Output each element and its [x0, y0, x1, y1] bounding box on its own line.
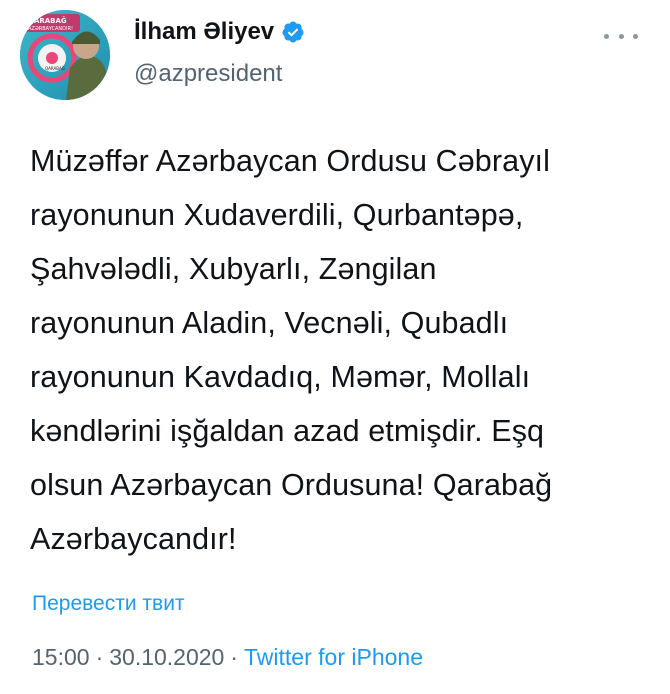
more-options-icon[interactable] — [604, 26, 638, 46]
tweet-text-line: olsun Azərbaycan Ordusuna! Qarabağ — [30, 468, 553, 502]
avatar-text-bottom: AZƏRBAYCANDIR! — [28, 26, 73, 32]
tweet-text: Müzəffər Azərbaycan Ordusu Cəbrayıl rayo… — [30, 134, 650, 566]
tweet-meta: 15:00 · 30.10.2020 · Twitter for iPhone — [32, 644, 423, 671]
verified-badge-icon — [282, 21, 304, 43]
more-dot — [604, 33, 609, 39]
meta-separator: · — [95, 644, 104, 670]
tweet: QARABAĞ AZƏRBAYCANDIR! QARABAĞ İlham Əli… — [0, 0, 670, 694]
meta-separator: · — [230, 644, 239, 670]
tweet-time[interactable]: 15:00 — [32, 644, 90, 670]
display-name[interactable]: İlham Əliyev — [134, 18, 274, 46]
avatar-badge-text: QARABAĞ — [45, 66, 65, 71]
handle[interactable]: @azpresident — [134, 60, 305, 88]
tweet-text-line: rayonunun Kavdadıq, Məmər, Mollalı — [30, 360, 531, 394]
avatar[interactable]: QARABAĞ AZƏRBAYCANDIR! QARABAĞ — [20, 10, 110, 100]
tweet-date[interactable]: 30.10.2020 — [109, 644, 224, 670]
tweet-source-link[interactable]: Twitter for iPhone — [244, 644, 423, 670]
avatar-image: QARABAĞ AZƏRBAYCANDIR! QARABAĞ — [20, 10, 110, 100]
tweet-text-line: rayonunun Xudaverdili, Qurbantəpə, — [30, 198, 524, 232]
translate-tweet-link[interactable]: Перевести твит — [32, 592, 185, 616]
more-dot — [633, 33, 638, 39]
author-names: İlham Əliyev @azpresident — [134, 16, 305, 88]
tweet-text-line: Müzəffər Azərbaycan Ordusu Cəbrayıl — [30, 144, 550, 178]
avatar-text-top: QARABAĞ — [28, 16, 67, 25]
more-dot — [618, 33, 624, 39]
tweet-text-line: Şahvələdli, Xubyarlı, Zəngilan — [30, 252, 437, 286]
display-name-row: İlham Əliyev — [134, 16, 305, 48]
tweet-text-line: kəndlərini işğaldan azad etmişdir. Eşq — [30, 414, 545, 448]
tweet-header: QARABAĞ AZƏRBAYCANDIR! QARABAĞ İlham Əli… — [20, 10, 650, 100]
tweet-text-line: Azərbaycandır! — [30, 522, 237, 556]
tweet-text-line: rayonunun Aladin, Vecnəli, Qubadlı — [30, 306, 509, 340]
